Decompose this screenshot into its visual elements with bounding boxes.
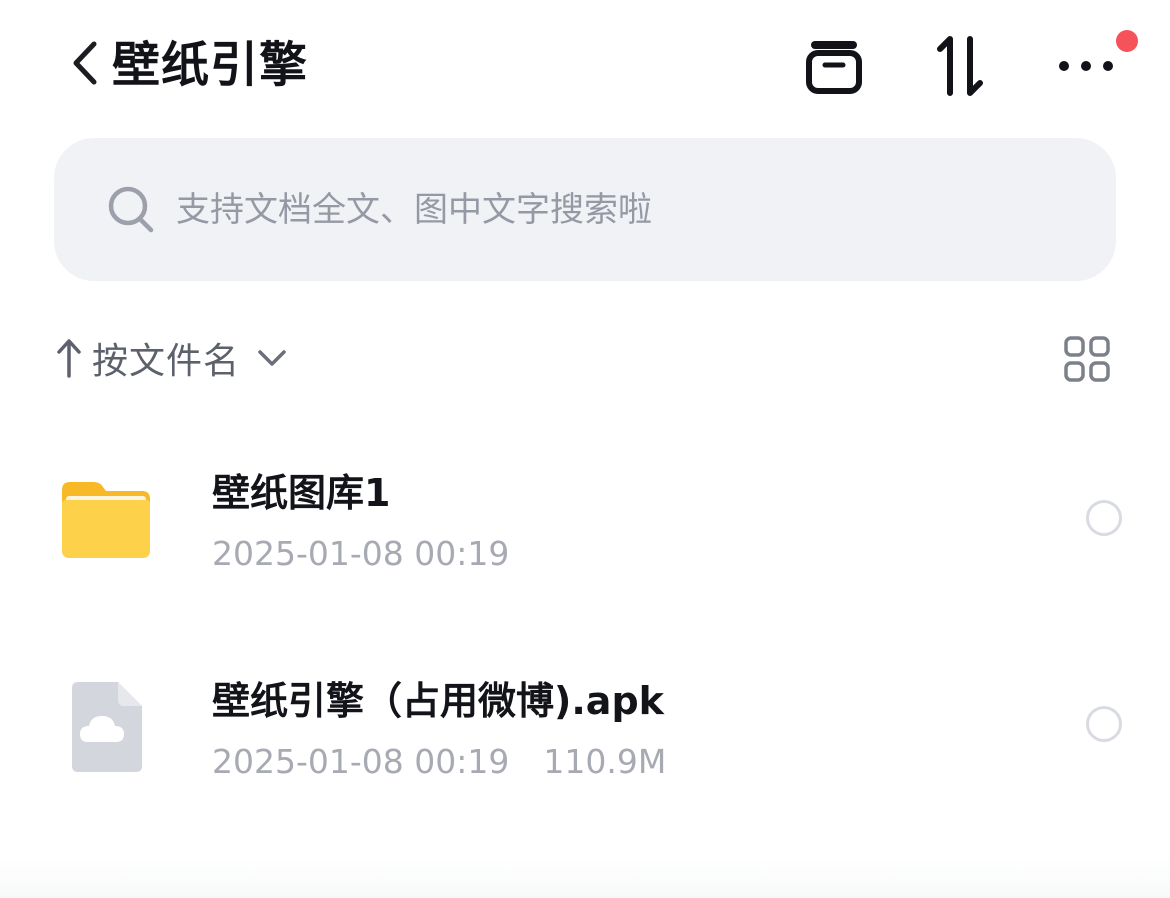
chevron-down-icon	[258, 350, 286, 366]
back-button[interactable]	[62, 38, 106, 88]
more-icon	[1059, 61, 1113, 71]
search-icon	[108, 186, 154, 233]
select-checkbox[interactable]	[1086, 500, 1122, 536]
search-bar[interactable]	[54, 138, 1116, 281]
folder-icon	[62, 482, 150, 558]
file-list-item[interactable]: 壁纸图库1 2025-01-08 00:19	[0, 440, 1170, 620]
search-input[interactable]	[176, 178, 1076, 242]
archive-icon	[806, 41, 862, 94]
sort-selector[interactable]: 按文件名	[54, 330, 290, 386]
header: 壁纸引擎	[0, 0, 1170, 130]
file-size: 110.9M	[543, 742, 667, 781]
file-meta: 2025-01-08 00:19	[212, 532, 509, 576]
file-date: 2025-01-08 00:19	[212, 742, 510, 781]
cloud-file-icon	[72, 682, 142, 772]
file-meta: 2025-01-08 00:19 110.9M	[212, 740, 666, 784]
file-date: 2025-01-08 00:19	[212, 534, 510, 573]
sort-icon	[937, 36, 983, 96]
notification-dot	[1116, 30, 1138, 52]
chevron-left-icon	[73, 41, 97, 85]
file-name: 壁纸图库1	[212, 471, 391, 515]
sort-button[interactable]	[928, 34, 992, 98]
page-title: 壁纸引擎	[112, 37, 309, 93]
sort-label: 按文件名	[92, 341, 241, 382]
select-checkbox[interactable]	[1086, 706, 1122, 742]
file-browser-page: 壁纸引擎 支持文档全文、图中文字搜索啦 按文件名 壁纸图库1 2025-01-0…	[0, 0, 1170, 898]
bottom-fade	[0, 858, 1170, 898]
archive-button[interactable]	[802, 34, 866, 98]
file-list-item[interactable]: 壁纸引擎（占用微博).apk 2025-01-08 00:19 110.9M	[0, 648, 1170, 828]
view-toggle-button[interactable]	[1062, 334, 1112, 384]
arrow-up-icon	[57, 339, 81, 378]
grid-view-icon	[1064, 336, 1110, 382]
file-name: 壁纸引擎（占用微博).apk	[212, 679, 664, 723]
more-button[interactable]	[1054, 34, 1118, 98]
